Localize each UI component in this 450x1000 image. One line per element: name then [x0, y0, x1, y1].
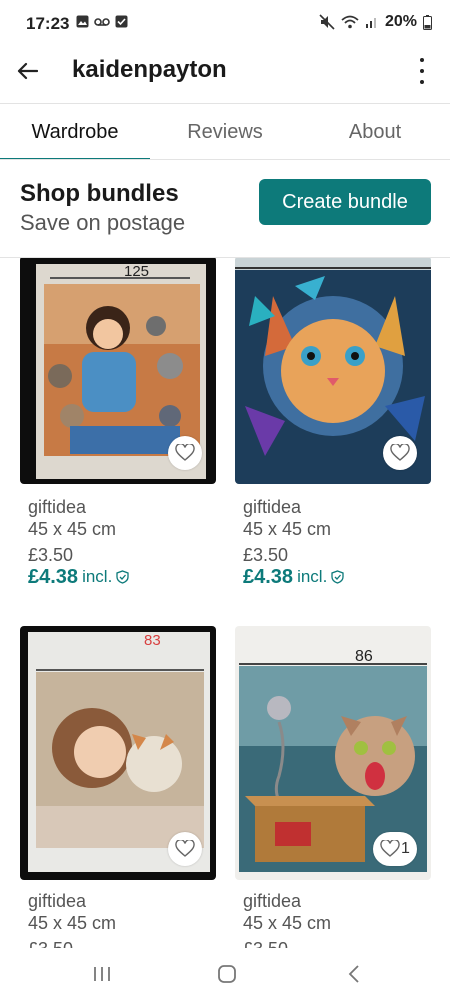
mute-icon — [319, 14, 335, 30]
item-size: 45 x 45 cm — [243, 519, 332, 539]
item-brand: giftidea — [243, 497, 302, 517]
arrow-left-icon — [17, 62, 38, 80]
item-size: 45 x 45 cm — [28, 913, 117, 933]
item-brand: giftidea — [28, 497, 87, 517]
favourite-count: 1 — [401, 840, 410, 857]
status-bar: 17:23 20% — [0, 0, 450, 50]
heart-icon — [380, 840, 400, 857]
item-size: 45 x 45 cm — [28, 519, 117, 539]
favourite-button[interactable]: 1 — [373, 832, 417, 866]
photo-number-sticker: 86 — [355, 648, 373, 665]
bundles-title: Shop bundles — [20, 180, 179, 207]
item-card[interactable]: 83 giftidea 45 x 45 cm £3.50 — [20, 626, 216, 948]
wifi-icon — [341, 15, 359, 29]
system-navigation-bar — [0, 948, 450, 1000]
incl-label: incl. — [82, 567, 113, 586]
create-bundle-button[interactable]: Create bundle — [259, 179, 431, 225]
top-app-bar: kaidenpayton — [0, 50, 450, 104]
heart-icon — [175, 444, 195, 461]
recent-apps-icon — [94, 967, 110, 981]
battery-percent: 20% — [384, 13, 417, 30]
item-card[interactable]: giftidea 45 x 45 cm £3.50 £4.38 incl. — [235, 258, 431, 606]
heart-icon — [390, 444, 410, 461]
profile-tabs: Wardrobe Reviews About — [0, 104, 450, 160]
chevron-left-icon — [348, 965, 359, 983]
tab-wardrobe[interactable]: Wardrobe — [0, 104, 150, 160]
wardrobe-grid: 125 giftidea 45 x 45 cm £3.50 £4.38 incl… — [0, 258, 450, 948]
incl-label: incl. — [297, 567, 328, 586]
voicemail-icon — [94, 17, 110, 26]
home-button[interactable] — [214, 962, 240, 986]
item-photo[interactable]: 125 — [20, 258, 216, 484]
status-right-icons: 20% — [319, 13, 432, 31]
shop-bundles-banner: Shop bundles Save on postage Create bund… — [0, 160, 450, 258]
tab-about[interactable]: About — [300, 104, 450, 160]
shield-icon — [116, 570, 129, 584]
item-price-incl-value: £4.38 — [28, 566, 79, 588]
item-price: £3.50 — [28, 938, 116, 948]
profile-username: kaidenpayton — [72, 56, 227, 83]
item-size: 45 x 45 cm — [243, 913, 332, 933]
item-info: giftidea 45 x 45 cm £3.50 £4.38 incl. — [28, 496, 129, 588]
photo-number-sticker: 125 — [124, 263, 150, 280]
back-nav-button[interactable] — [341, 962, 367, 986]
bundles-subtitle: Save on postage — [20, 210, 186, 235]
heart-icon — [175, 840, 195, 857]
item-price-incl: £4.38 incl. — [28, 566, 129, 588]
item-brand: giftidea — [28, 891, 87, 911]
photo-number-sticker: 83 — [144, 632, 161, 649]
signal-icon — [365, 18, 376, 28]
favourite-button[interactable] — [168, 436, 202, 470]
favourite-button[interactable] — [168, 832, 202, 866]
notification-icons — [76, 15, 128, 28]
item-price: £3.50 — [28, 545, 74, 565]
shield-icon — [331, 570, 344, 584]
item-info: giftidea 45 x 45 cm £3.50 — [28, 890, 116, 948]
item-card[interactable]: 125 giftidea 45 x 45 cm £3.50 £4.38 incl… — [20, 258, 216, 606]
item-photo[interactable] — [235, 258, 431, 484]
more-options-icon[interactable] — [412, 56, 432, 86]
item-brand: giftidea — [243, 891, 302, 911]
home-icon — [218, 965, 236, 983]
gallery-icon — [76, 15, 89, 28]
recent-apps-button[interactable] — [89, 962, 115, 986]
battery-icon — [423, 14, 432, 30]
item-info: giftidea 45 x 45 cm £3.50 £4.38 incl. — [243, 496, 344, 588]
item-price: £3.50 — [243, 545, 289, 565]
item-card[interactable]: 86 1 giftidea 45 x 45 cm £3.50 — [235, 626, 431, 948]
item-photo[interactable]: 86 1 — [235, 626, 431, 880]
item-price-incl: £4.38 incl. — [243, 566, 344, 588]
tab-reviews[interactable]: Reviews — [150, 104, 300, 160]
favourite-button[interactable] — [383, 436, 417, 470]
item-info: giftidea 45 x 45 cm £3.50 — [243, 890, 331, 948]
item-price: £3.50 — [243, 938, 331, 948]
item-price-incl-value: £4.38 — [243, 566, 294, 588]
back-button[interactable] — [12, 56, 42, 86]
checkbox-icon — [115, 15, 128, 28]
status-time: 17:23 — [26, 14, 70, 33]
item-photo[interactable]: 83 — [20, 626, 216, 880]
